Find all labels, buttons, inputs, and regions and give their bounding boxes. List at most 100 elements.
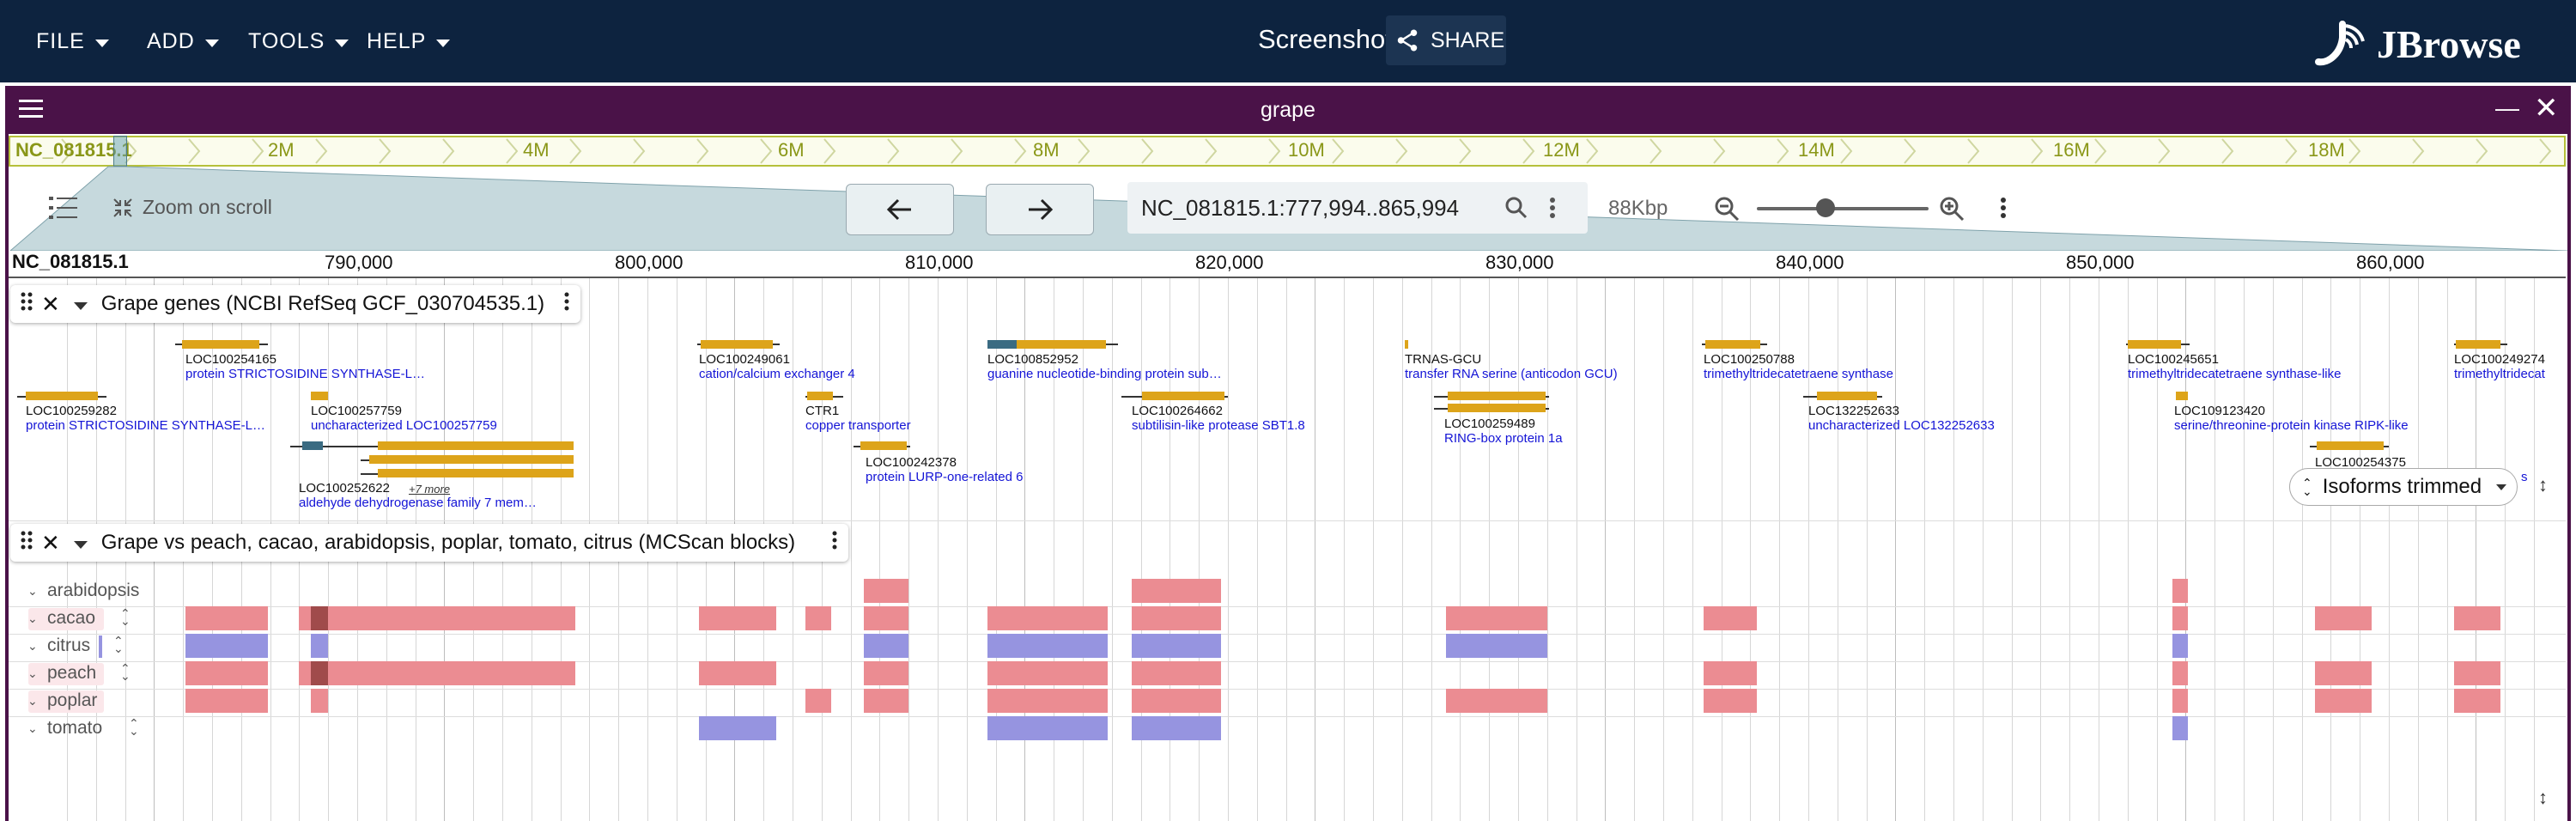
more-isoforms-link[interactable]: +7 more [409,483,450,496]
track-height-resize-handle[interactable]: ↕ [2538,787,2548,809]
row-expand-stepper[interactable]: ⌃ ⌄ [129,717,139,737]
search-button[interactable] [1504,196,1528,224]
gene-exons[interactable] [1142,392,1224,400]
synteny-block[interactable] [987,689,1108,713]
synteny-block[interactable] [1446,634,1547,658]
synteny-block[interactable] [805,689,831,713]
synteny-block[interactable] [864,634,908,658]
overview-scalebar[interactable]: NC_081815.1 2M 4M 6M 8M 10M 12M 14M 16M … [9,136,2566,167]
overview-selection[interactable] [113,136,127,167]
drag-handle-icon[interactable] [21,531,33,556]
synteny-block[interactable] [805,606,831,630]
gene-exons[interactable] [2317,441,2384,450]
gene-exons[interactable] [701,340,773,349]
drag-handle-icon[interactable] [21,292,33,317]
minimize-view-button[interactable]: — [2495,94,2519,122]
gene-exons[interactable] [1448,392,1546,400]
synteny-block[interactable] [1132,689,1221,713]
synteny-block[interactable] [2172,579,2188,603]
row-collapse-icon[interactable]: ⌄ [27,666,38,681]
track-height-resize-handle[interactable]: ↕ [2538,474,2548,496]
gene-exons[interactable] [378,469,574,477]
collapse-track-button[interactable] [73,531,88,555]
synteny-block[interactable] [987,716,1108,740]
synteny-block[interactable] [1704,689,1757,713]
synteny-block[interactable] [864,606,908,630]
zoom-out-button[interactable] [1714,196,1740,226]
gene-exons[interactable] [2456,340,2500,349]
synteny-block[interactable] [185,634,268,658]
synteny-block[interactable] [185,661,268,685]
synteny-block[interactable] [1132,579,1221,603]
isoform-display-select[interactable]: ⌃ ⌄ Isoforms trimmed [2289,468,2518,506]
synteny-block[interactable] [1704,606,1757,630]
synteny-block[interactable] [987,661,1108,685]
menu-add[interactable]: ADD [147,0,219,82]
gene-exons[interactable] [860,441,907,450]
synteny-block[interactable] [299,661,575,685]
synteny-block[interactable] [699,661,776,685]
zoom-slider-thumb[interactable] [1816,198,1835,217]
pan-right-button[interactable] [986,184,1094,235]
synteny-block[interactable] [699,716,776,740]
synteny-block[interactable] [2454,606,2500,630]
synteny-block[interactable] [987,606,1108,630]
gene-exons[interactable] [378,441,574,450]
gene-exons[interactable] [1448,404,1546,412]
gene-utr[interactable] [987,340,1017,349]
share-button[interactable]: SHARE [1386,15,1506,65]
gene-exons[interactable] [26,392,98,400]
synteny-block[interactable] [2315,606,2372,630]
track-menu-button[interactable] [563,291,570,318]
synteny-block[interactable] [2315,661,2372,685]
synteny-block[interactable] [2172,689,2188,713]
zoom-slider[interactable] [1757,207,1929,210]
gene-utr[interactable] [302,441,323,450]
synteny-block[interactable] [311,689,328,713]
synteny-block[interactable] [864,579,908,603]
synteny-block[interactable] [1132,716,1221,740]
gene-exons[interactable] [1705,340,1760,349]
close-track-button[interactable]: ✕ [41,291,60,318]
view-options-button[interactable] [1999,196,2008,224]
row-collapse-icon[interactable]: ⌄ [27,611,38,626]
row-collapse-icon[interactable]: ⌄ [27,639,38,654]
gene-exons[interactable] [807,392,833,400]
zoom-on-scroll-toggle[interactable]: Zoom on scroll [112,196,272,219]
gene-exons[interactable] [369,455,574,464]
session-title[interactable]: Screenshot [1258,24,1393,55]
track-menu-button[interactable] [831,530,838,556]
synteny-block[interactable] [699,606,776,630]
synteny-block[interactable] [2172,634,2188,658]
synteny-block[interactable] [1446,606,1547,630]
menu-help[interactable]: HELP [367,0,451,82]
synteny-block[interactable] [864,689,908,713]
synteny-block[interactable] [2172,716,2188,740]
synteny-block[interactable] [864,661,908,685]
zoom-in-button[interactable] [1939,196,1965,226]
synteny-block[interactable] [1132,661,1221,685]
synteny-block[interactable] [185,689,268,713]
close-view-button[interactable]: ✕ [2534,91,2559,125]
menu-tools[interactable]: TOOLS [248,0,349,82]
row-collapse-icon[interactable]: ⌄ [27,721,38,736]
gene-exons[interactable] [1817,392,1877,400]
synteny-block[interactable] [1132,606,1221,630]
synteny-block[interactable] [1704,661,1757,685]
synteny-block[interactable] [1132,634,1221,658]
gene-exons[interactable] [1017,340,1106,349]
view-title[interactable]: grape [5,98,2571,123]
synteny-block[interactable] [311,661,328,685]
synteny-block[interactable] [311,634,328,658]
menu-file[interactable]: FILE [36,0,109,82]
row-expand-stepper[interactable]: ⌃ ⌄ [113,635,124,654]
close-track-button[interactable]: ✕ [41,530,60,556]
row-expand-stepper[interactable]: ⌃ ⌄ [120,662,131,682]
location-options-button[interactable] [1548,196,1557,224]
row-collapse-icon[interactable]: ⌄ [27,584,38,599]
gene-exons[interactable] [311,392,328,400]
gene-exons[interactable] [2128,340,2181,349]
collapse-track-button[interactable] [73,292,88,316]
row-collapse-icon[interactable]: ⌄ [27,694,38,708]
gene-exons[interactable] [182,340,259,349]
